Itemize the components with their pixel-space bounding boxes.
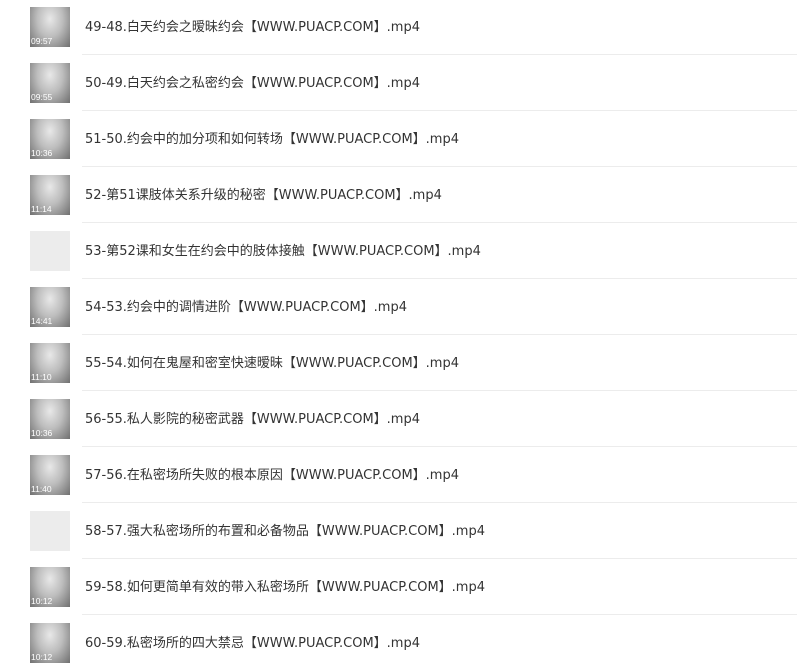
video-thumbnail-icon[interactable]: 10:12	[30, 623, 70, 663]
file-row[interactable]: 11:40 57-56.在私密场所失败的根本原因【WWW.PUACP.COM】.m…	[0, 448, 797, 503]
file-name[interactable]: 58-57.强大私密场所的布置和必备物品【WWW.PUACP.COM】.mp4	[85, 523, 485, 540]
row-divider	[82, 278, 797, 279]
file-row[interactable]: 11:10 55-54.如何在鬼屋和密室快速暧昧【WWW.PUACP.COM】.m…	[0, 336, 797, 391]
file-row[interactable]: 53-第52课和女生在约会中的肢体接触【WWW.PUACP.COM】.mp4	[0, 224, 797, 279]
row-divider	[82, 334, 797, 335]
row-divider	[82, 446, 797, 447]
file-name[interactable]: 50-49.白天约会之私密约会【WWW.PUACP.COM】.mp4	[85, 75, 420, 92]
row-divider	[82, 390, 797, 391]
file-row[interactable]: 10:36 56-55.私人影院的秘密武器【WWW.PUACP.COM】.mp4	[0, 392, 797, 447]
file-name[interactable]: 57-56.在私密场所失败的根本原因【WWW.PUACP.COM】.mp4	[85, 467, 459, 484]
video-duration: 11:40	[31, 484, 52, 494]
file-name[interactable]: 52-第51课肢体关系升级的秘密【WWW.PUACP.COM】.mp4	[85, 187, 442, 204]
file-row[interactable]: 10:12 60-59.私密场所的四大禁忌【WWW.PUACP.COM】.mp4	[0, 616, 797, 670]
video-thumbnail-icon[interactable]: 10:12	[30, 567, 70, 607]
row-divider	[82, 166, 797, 167]
video-duration: 10:12	[31, 596, 53, 606]
blank-thumbnail-icon[interactable]	[30, 231, 70, 271]
file-name[interactable]: 56-55.私人影院的秘密武器【WWW.PUACP.COM】.mp4	[85, 411, 420, 428]
video-duration: 10:36	[31, 148, 53, 158]
row-divider	[82, 222, 797, 223]
video-thumbnail-icon[interactable]: 10:36	[30, 399, 70, 439]
video-duration: 10:12	[31, 652, 53, 662]
video-duration: 14:41	[31, 316, 53, 326]
video-thumbnail-icon[interactable]: 11:14	[30, 175, 70, 215]
file-row[interactable]: 11:14 52-第51课肢体关系升级的秘密【WWW.PUACP.COM】.mp4	[0, 168, 797, 223]
row-divider	[82, 558, 797, 559]
video-duration: 09:55	[31, 92, 53, 102]
file-name[interactable]: 60-59.私密场所的四大禁忌【WWW.PUACP.COM】.mp4	[85, 635, 420, 652]
file-list: 09:57 49-48.白天约会之暧昧约会【WWW.PUACP.COM】.mp4 0…	[0, 0, 797, 670]
file-name[interactable]: 53-第52课和女生在约会中的肢体接触【WWW.PUACP.COM】.mp4	[85, 243, 481, 260]
file-row[interactable]: 14:41 54-53.约会中的调情进阶【WWW.PUACP.COM】.mp4	[0, 280, 797, 335]
file-row[interactable]: 09:57 49-48.白天约会之暧昧约会【WWW.PUACP.COM】.mp4	[0, 0, 797, 55]
row-divider	[82, 110, 797, 111]
video-thumbnail-icon[interactable]: 11:10	[30, 343, 70, 383]
row-divider	[82, 502, 797, 503]
file-row[interactable]: 58-57.强大私密场所的布置和必备物品【WWW.PUACP.COM】.mp4	[0, 504, 797, 559]
file-row[interactable]: 10:12 59-58.如何更简单有效的带入私密场所【WWW.PUACP.COM】…	[0, 560, 797, 615]
file-name[interactable]: 49-48.白天约会之暧昧约会【WWW.PUACP.COM】.mp4	[85, 19, 420, 36]
file-name[interactable]: 51-50.约会中的加分项和如何转场【WWW.PUACP.COM】.mp4	[85, 131, 459, 148]
file-row[interactable]: 10:36 51-50.约会中的加分项和如何转场【WWW.PUACP.COM】.m…	[0, 112, 797, 167]
blank-thumbnail-icon[interactable]	[30, 511, 70, 551]
video-thumbnail-icon[interactable]: 14:41	[30, 287, 70, 327]
file-name[interactable]: 59-58.如何更简单有效的带入私密场所【WWW.PUACP.COM】.mp4	[85, 579, 485, 596]
file-name[interactable]: 54-53.约会中的调情进阶【WWW.PUACP.COM】.mp4	[85, 299, 407, 316]
video-duration: 11:14	[31, 204, 52, 214]
video-duration: 11:10	[31, 372, 52, 382]
video-thumbnail-icon[interactable]: 09:55	[30, 63, 70, 103]
file-name[interactable]: 55-54.如何在鬼屋和密室快速暧昧【WWW.PUACP.COM】.mp4	[85, 355, 459, 372]
video-duration: 10:36	[31, 428, 53, 438]
video-thumbnail-icon[interactable]: 10:36	[30, 119, 70, 159]
video-thumbnail-icon[interactable]: 09:57	[30, 7, 70, 47]
video-thumbnail-icon[interactable]: 11:40	[30, 455, 70, 495]
video-duration: 09:57	[31, 36, 53, 46]
row-divider	[82, 54, 797, 55]
file-row[interactable]: 09:55 50-49.白天约会之私密约会【WWW.PUACP.COM】.mp4	[0, 56, 797, 111]
row-divider	[82, 614, 797, 615]
